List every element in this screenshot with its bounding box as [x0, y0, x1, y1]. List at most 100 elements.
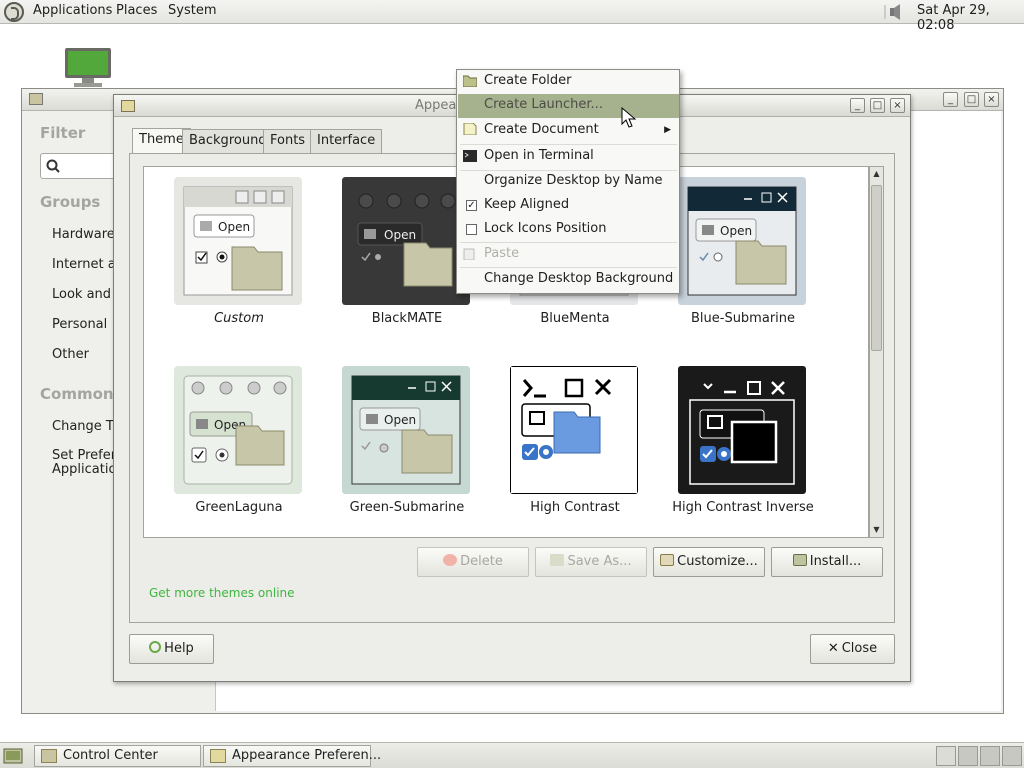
menu-item-change-background[interactable]: Change Desktop Background	[458, 268, 679, 292]
theme-preview-green-submarine: Open	[342, 366, 470, 494]
mate-logo-icon[interactable]	[4, 2, 24, 22]
common-item-change-theme[interactable]: Change Th	[52, 419, 122, 434]
minimize-icon[interactable]: _	[943, 92, 958, 107]
mouse-pointer-icon	[621, 107, 637, 128]
appearance-app-icon	[121, 100, 135, 112]
top-panel: Applications Places System Sat Apr 29, 0…	[0, 0, 1024, 33]
theme-preview-high-contrast-inverse	[678, 366, 806, 494]
places-menu[interactable]: Places	[116, 3, 157, 18]
customize-icon	[660, 554, 675, 566]
install-icon	[792, 554, 807, 566]
desktop-context-menu: Create Folder Create Launcher... Create …	[456, 69, 680, 294]
close-icon[interactable]: ×	[984, 92, 999, 107]
theme-label-blue-submarine: Blue-Submarine	[690, 311, 796, 326]
appearance-title: Appea	[415, 98, 457, 113]
close-icon[interactable]: ×	[890, 98, 905, 113]
menu-item-create-document[interactable]: Create Document ▶	[458, 118, 679, 144]
svg-text:Open: Open	[218, 220, 250, 234]
group-item-hardware[interactable]: Hardware	[52, 227, 115, 242]
task-appearance-preferences[interactable]: Appearance Preferen...	[203, 745, 381, 767]
workspace-switcher-1[interactable]	[936, 746, 956, 766]
theme-greenlaguna[interactable]: Open GreenLaguna	[156, 366, 306, 516]
show-desktop-icon[interactable]	[3, 747, 23, 765]
volume-icon[interactable]	[884, 3, 908, 21]
theme-preview-greenlaguna: Open	[174, 366, 302, 494]
theme-label-blackmate: BlackMATE	[371, 311, 443, 326]
menu-item-create-folder[interactable]: Create Folder	[458, 70, 679, 94]
workspace-switcher-3[interactable]	[980, 746, 1000, 766]
theme-label-custom: Custom	[214, 311, 264, 326]
theme-label-high-contrast: High Contrast	[530, 500, 620, 515]
filter-search-input[interactable]	[40, 153, 120, 179]
theme-label-bluementa: BlueMenta	[540, 311, 610, 326]
customize-button[interactable]: Customize...	[653, 547, 765, 577]
document-icon	[463, 123, 477, 135]
workspace-switcher-2[interactable]	[958, 746, 978, 766]
theme-blackmate[interactable]: Open BlackMATE	[324, 177, 474, 327]
clock[interactable]: Sat Apr 29, 02:08	[917, 3, 1024, 33]
theme-preview-blue-submarine: Open	[678, 177, 806, 305]
theme-blue-submarine[interactable]: Open Blue-Submarine	[660, 177, 810, 327]
menu-item-open-terminal[interactable]: Open in Terminal	[458, 145, 679, 170]
theme-high-contrast-inverse[interactable]: High Contrast Inverse	[660, 366, 814, 516]
task-control-center[interactable]: Control Center	[34, 745, 201, 767]
menu-item-keep-aligned[interactable]: ✓ Keep Aligned	[458, 194, 679, 218]
appearance-icon	[210, 749, 226, 763]
computer-icon[interactable]	[64, 47, 112, 89]
search-icon	[46, 159, 60, 173]
terminal-icon	[463, 150, 477, 162]
help-button[interactable]: Help	[129, 634, 214, 664]
workspace-switcher-4[interactable]	[1002, 746, 1022, 766]
system-menu[interactable]: System	[168, 3, 216, 18]
group-item-other[interactable]: Other	[52, 347, 89, 362]
maximize-icon[interactable]: □	[870, 98, 885, 113]
common-item-set-preferred[interactable]: Set Prefer	[52, 448, 116, 463]
get-more-themes-link[interactable]: Get more themes online	[149, 586, 295, 600]
group-item-personal[interactable]: Personal	[52, 317, 107, 332]
tab-interface[interactable]: Interface	[310, 129, 383, 153]
tab-background[interactable]: Background	[182, 129, 274, 153]
menu-item-paste[interactable]: Paste	[458, 243, 679, 267]
theme-list-scrollbar[interactable]: ▲ ▼	[869, 166, 884, 538]
maximize-icon[interactable]: □	[964, 92, 979, 107]
lock-icons-checkbox[interactable]	[466, 224, 477, 235]
svg-text:Open: Open	[384, 228, 416, 242]
theme-high-contrast[interactable]: High Contrast	[492, 366, 642, 516]
theme-label-greenlaguna: GreenLaguna	[195, 500, 283, 515]
svg-text:Open: Open	[720, 224, 752, 238]
install-button[interactable]: Install...	[771, 547, 883, 577]
svg-text:Open: Open	[384, 413, 416, 427]
help-icon	[149, 641, 162, 653]
folder-icon	[463, 75, 477, 87]
filter-heading: Filter	[40, 124, 86, 142]
scrollbar-thumb[interactable]	[871, 185, 882, 351]
control-center-icon	[41, 749, 57, 763]
window-app-icon	[29, 93, 43, 105]
scroll-down-icon[interactable]: ▼	[871, 523, 882, 537]
theme-preview-high-contrast	[510, 366, 638, 494]
bottom-panel: Control Center Appearance Preferen...	[0, 742, 1024, 768]
save-icon	[550, 554, 565, 566]
groups-heading: Groups	[40, 193, 101, 211]
common-heading: Common	[40, 385, 114, 403]
save-as-button[interactable]: Save As...	[535, 547, 647, 577]
delete-icon	[443, 554, 458, 566]
theme-green-submarine[interactable]: Open Green-Submarine	[324, 366, 474, 516]
theme-custom[interactable]: Open Custom	[156, 177, 306, 327]
menu-item-lock-icons[interactable]: Lock Icons Position	[458, 218, 679, 242]
close-button[interactable]: ✕ Close	[810, 634, 895, 664]
close-x-icon: ✕	[827, 641, 839, 656]
applications-menu[interactable]: Applications	[33, 3, 112, 18]
theme-label-green-submarine: Green-Submarine	[349, 500, 465, 515]
keep-aligned-checkbox[interactable]: ✓	[466, 200, 477, 211]
theme-label-high-contrast-inverse: High Contrast Inverse	[672, 500, 814, 515]
tab-fonts[interactable]: Fonts	[263, 129, 313, 153]
delete-button[interactable]: Delete	[417, 547, 529, 577]
menu-item-create-launcher[interactable]: Create Launcher...	[458, 94, 679, 118]
minimize-icon[interactable]: _	[850, 98, 865, 113]
menu-item-organize-desktop[interactable]: Organize Desktop by Name	[458, 170, 679, 194]
submenu-arrow-icon: ▶	[664, 125, 671, 135]
paste-icon	[463, 248, 475, 260]
theme-preview-custom: Open	[174, 177, 302, 305]
scroll-up-icon[interactable]: ▲	[871, 167, 882, 181]
